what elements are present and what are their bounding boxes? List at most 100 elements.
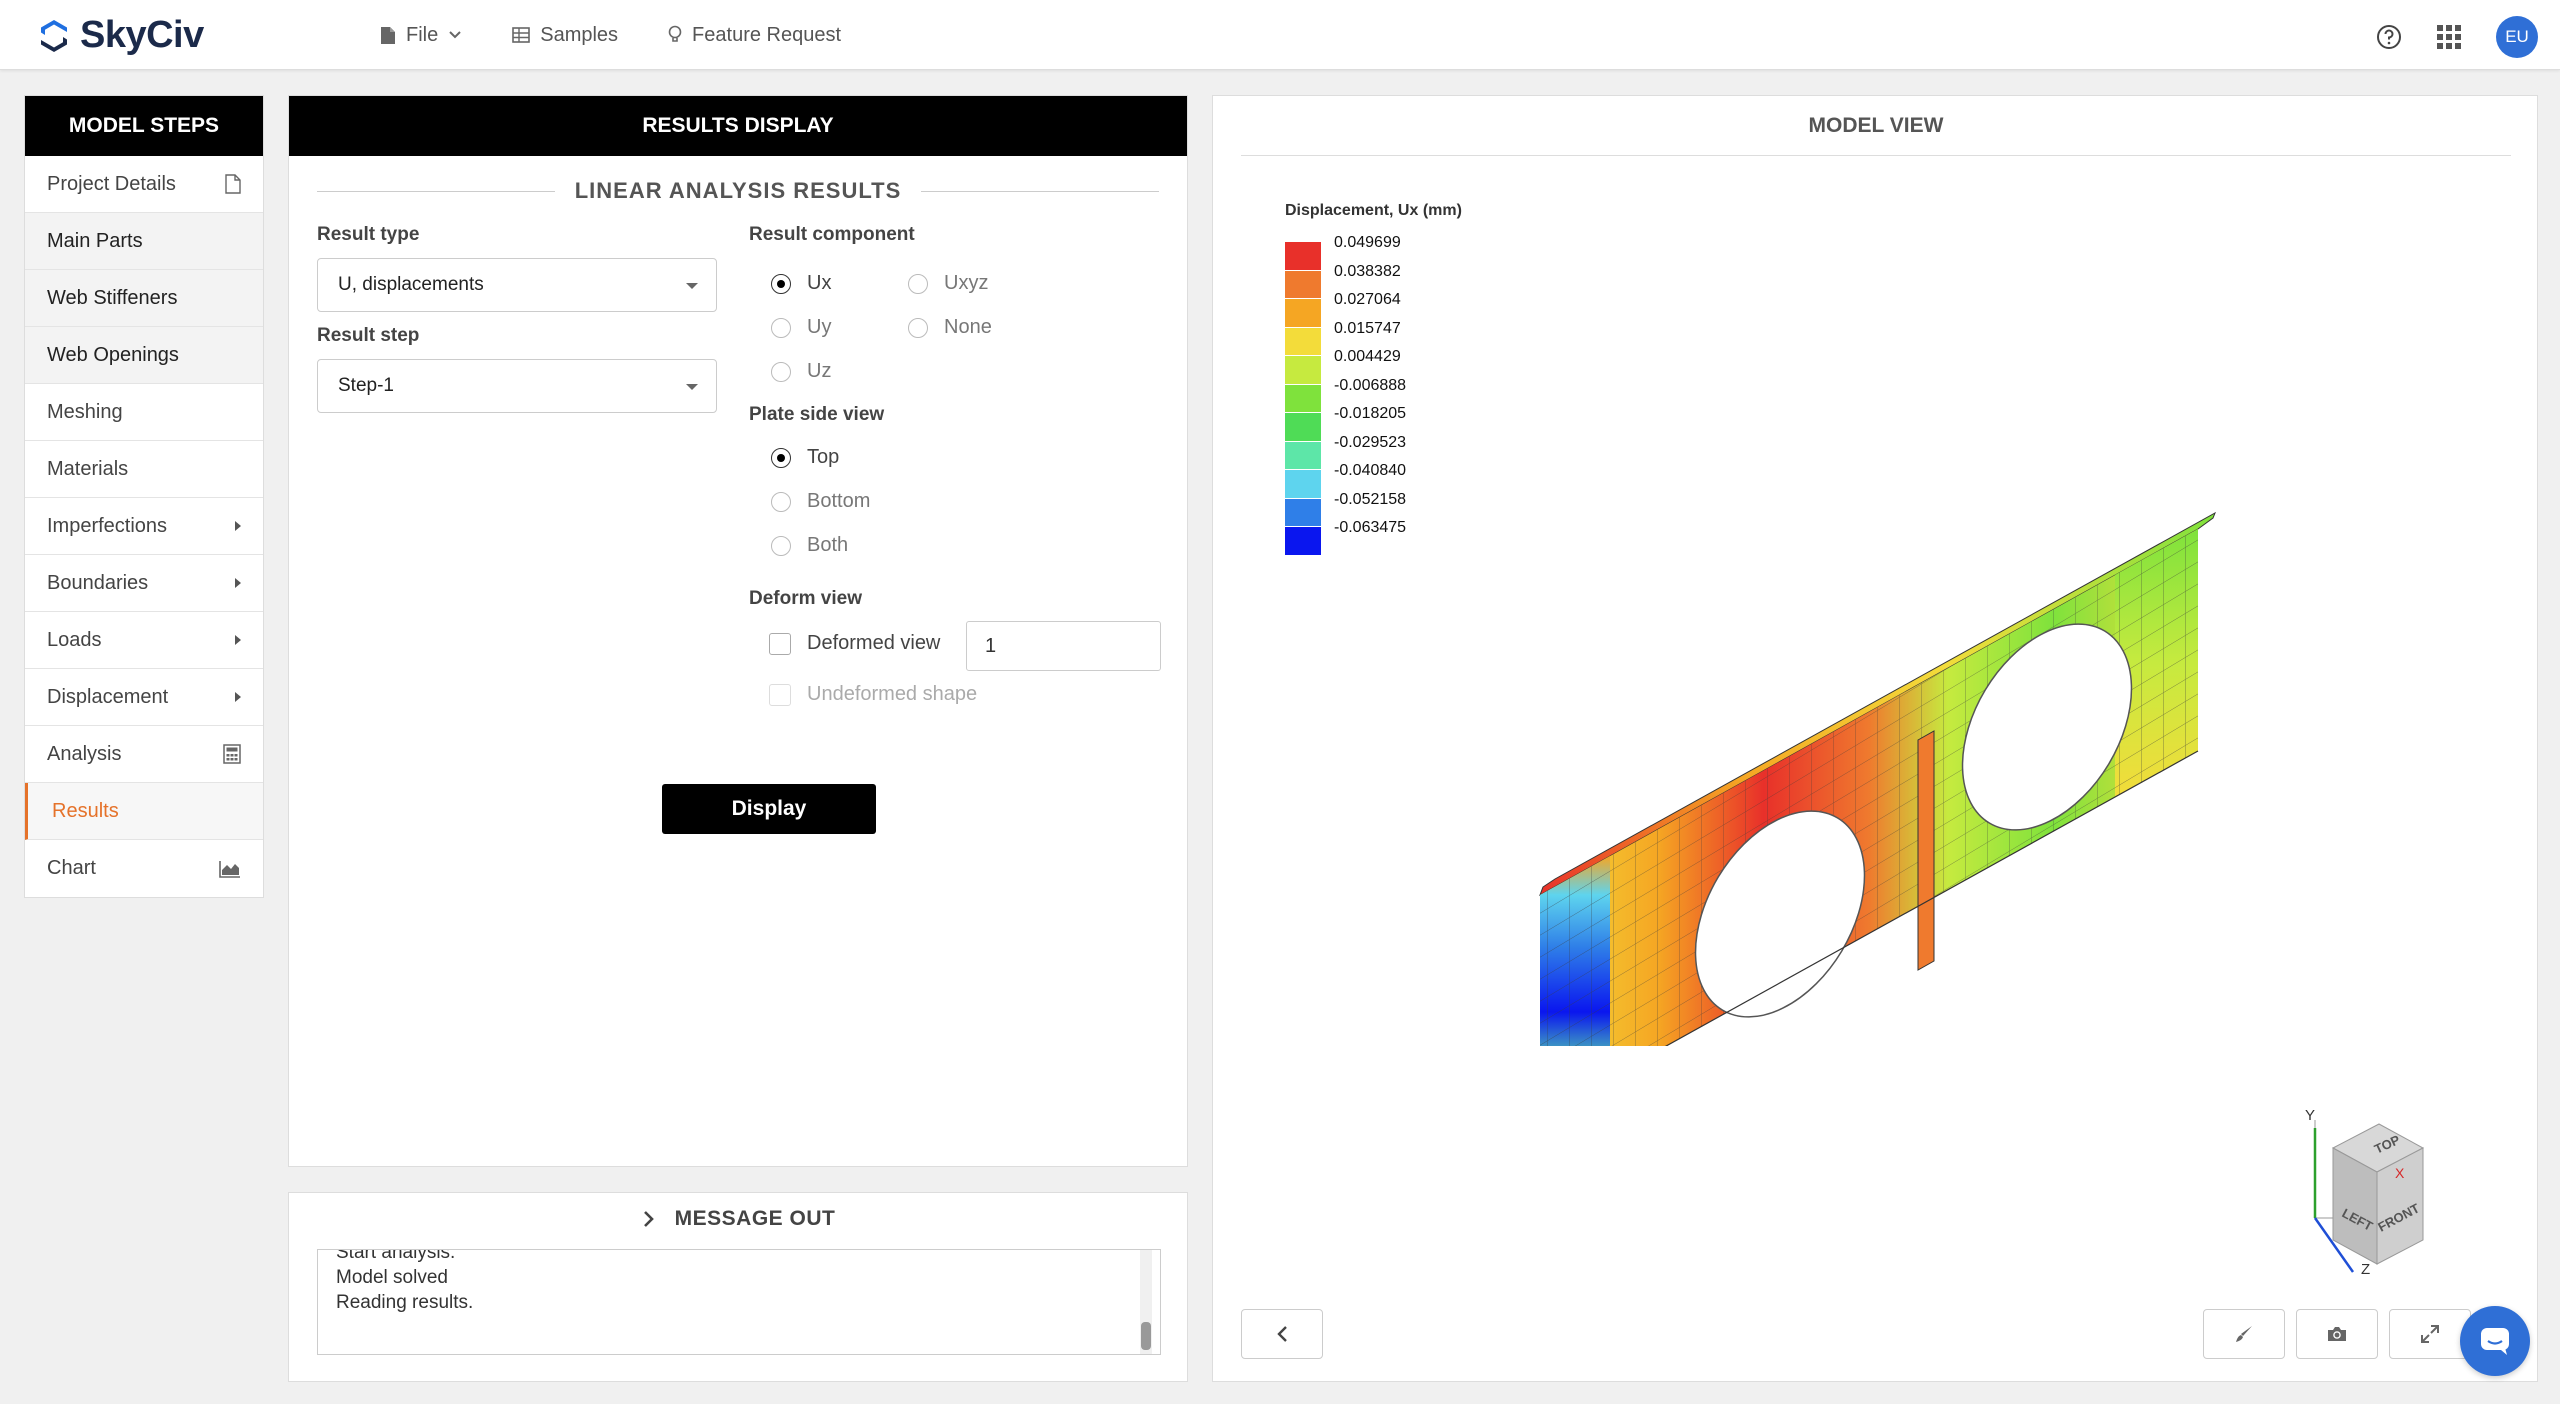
chat-icon bbox=[2481, 1328, 2509, 1355]
caret-right-icon bbox=[235, 521, 241, 531]
component-uz-radio[interactable]: Uz bbox=[771, 360, 831, 383]
results-panel-title: RESULTS DISPLAY bbox=[289, 96, 1187, 156]
sidebar-item-meshing[interactable]: Meshing bbox=[25, 384, 263, 441]
model-view-panel: MODEL VIEW Displacement, Ux (mm) 0.04969… bbox=[1212, 95, 2538, 1382]
file-menu[interactable]: File bbox=[380, 24, 462, 47]
legend-value: -0.018205 bbox=[1334, 405, 1407, 422]
sidebar-item-loads[interactable]: Loads bbox=[25, 612, 263, 669]
message-log[interactable]: Start analysis. Model solved Reading res… bbox=[317, 1249, 1161, 1355]
lightbulb-icon bbox=[668, 25, 682, 42]
deformed-view-checkbox[interactable]: Deformed view bbox=[769, 632, 940, 655]
file-menu-label: File bbox=[406, 23, 439, 46]
area-chart-icon bbox=[219, 860, 240, 878]
sidebar-item-web-openings[interactable]: Web Openings bbox=[25, 327, 263, 384]
top-bar: SkyCiv File Samples Feature Request EU bbox=[0, 0, 2560, 70]
model-steps-sidebar: MODEL STEPS Project Details Main Parts W… bbox=[24, 95, 264, 898]
radio-label: Both bbox=[807, 534, 849, 556]
sidebar-item-label: Materials bbox=[47, 457, 129, 480]
user-avatar[interactable]: EU bbox=[2496, 16, 2538, 58]
component-ux-radio[interactable]: Ux bbox=[771, 272, 831, 295]
plate-side-top-radio[interactable]: Top bbox=[771, 446, 839, 469]
z-axis-label: Z bbox=[2361, 1261, 2370, 1276]
section-title: LINEAR ANALYSIS RESULTS bbox=[574, 178, 902, 203]
file-icon bbox=[381, 26, 395, 44]
results-display-panel: RESULTS DISPLAY LINEAR ANALYSIS RESULTS … bbox=[288, 95, 1188, 1167]
message-out-header[interactable]: MESSAGE OUT bbox=[289, 1207, 1189, 1231]
component-uxyz-radio[interactable]: Uxyz bbox=[908, 272, 988, 295]
divider bbox=[921, 190, 1159, 192]
sidebar-item-results[interactable]: Results bbox=[25, 783, 263, 840]
app-name: SkyCiv bbox=[80, 14, 204, 56]
sidebar-item-label: Displacement bbox=[47, 685, 169, 708]
sidebar-item-imperfections[interactable]: Imperfections bbox=[25, 498, 263, 555]
legend-value: 0.004429 bbox=[1334, 348, 1401, 365]
sidebar-title: MODEL STEPS bbox=[25, 96, 263, 156]
radio-dot bbox=[908, 273, 928, 294]
checkbox-box bbox=[769, 683, 791, 706]
scrollbar-thumb[interactable] bbox=[1141, 1322, 1151, 1350]
plate-side-bottom-radio[interactable]: Bottom bbox=[771, 490, 870, 513]
deform-scale-input[interactable]: 1 bbox=[966, 621, 1161, 671]
x-axis-label: X bbox=[2395, 1165, 2405, 1181]
collapse-left-button[interactable] bbox=[1241, 1309, 1323, 1359]
model-view-title: MODEL VIEW bbox=[1241, 96, 2511, 156]
sidebar-item-label: Project Details bbox=[47, 172, 176, 195]
legend-swatch bbox=[1285, 356, 1321, 385]
skyciv-logo-icon bbox=[41, 19, 67, 52]
linear-analysis-heading: LINEAR ANALYSIS RESULTS bbox=[317, 176, 1159, 206]
result-type-select[interactable]: U, displacements bbox=[317, 258, 717, 312]
result-step-select[interactable]: Step-1 bbox=[317, 359, 717, 413]
sidebar-item-web-stiffeners[interactable]: Web Stiffeners bbox=[25, 270, 263, 327]
radio-label: Uz bbox=[807, 360, 832, 382]
skyciv-logo[interactable]: SkyCiv bbox=[36, 14, 204, 57]
result-type-label: Result type bbox=[317, 224, 420, 245]
component-uy-radio[interactable]: Uy bbox=[771, 316, 831, 339]
sidebar-item-analysis[interactable]: Analysis bbox=[25, 726, 263, 783]
sidebar-item-chart[interactable]: Chart bbox=[25, 840, 263, 897]
radio-dot bbox=[771, 447, 791, 468]
screenshot-button[interactable] bbox=[2296, 1309, 2378, 1359]
legend-title: Displacement, Ux (mm) bbox=[1285, 202, 1462, 219]
dropdown-arrow-icon bbox=[686, 283, 698, 289]
chat-support-button[interactable] bbox=[2460, 1306, 2530, 1376]
sidebar-item-main-parts[interactable]: Main Parts bbox=[25, 213, 263, 270]
sidebar-item-displacement[interactable]: Displacement bbox=[25, 669, 263, 726]
view-cube[interactable]: Y Z TOP LEFT FRONT X bbox=[2283, 1106, 2453, 1276]
chevron-left-icon bbox=[1277, 1326, 1287, 1342]
legend-swatch bbox=[1285, 527, 1321, 556]
sidebar-item-materials[interactable]: Materials bbox=[25, 441, 263, 498]
radio-dot bbox=[771, 273, 791, 294]
legend-swatch bbox=[1285, 384, 1321, 413]
sidebar-item-label: Web Openings bbox=[47, 343, 179, 366]
message-scrollbar[interactable] bbox=[1140, 1250, 1152, 1354]
fullscreen-button[interactable] bbox=[2389, 1309, 2471, 1359]
log-line: Model solved bbox=[336, 1267, 448, 1288]
radio-dot bbox=[771, 361, 791, 382]
legend-value: -0.040840 bbox=[1334, 462, 1407, 479]
legend-value: 0.049699 bbox=[1334, 234, 1401, 251]
sidebar-item-project-details[interactable]: Project Details bbox=[25, 156, 263, 213]
display-button[interactable]: Display bbox=[662, 784, 876, 834]
plate-side-both-radio[interactable]: Both bbox=[771, 534, 848, 557]
feature-request-menu[interactable]: Feature Request bbox=[668, 24, 841, 47]
sidebar-item-label: Results bbox=[52, 799, 119, 822]
legend-value: -0.063475 bbox=[1334, 519, 1407, 536]
result-step-label: Result step bbox=[317, 325, 420, 346]
radio-dot bbox=[771, 491, 791, 512]
help-icon[interactable] bbox=[2376, 24, 2402, 50]
expand-icon bbox=[2421, 1325, 2439, 1343]
legend-swatch bbox=[1285, 299, 1321, 328]
paint-button[interactable] bbox=[2203, 1309, 2285, 1359]
samples-menu[interactable]: Samples bbox=[512, 24, 618, 47]
sidebar-item-label: Main Parts bbox=[47, 229, 143, 252]
sidebar-item-boundaries[interactable]: Boundaries bbox=[25, 555, 263, 612]
component-none-radio[interactable]: None bbox=[908, 316, 992, 339]
legend-value: 0.015747 bbox=[1334, 319, 1401, 337]
chevron-down-icon bbox=[449, 31, 461, 39]
sidebar-item-label: Meshing bbox=[47, 400, 123, 423]
apps-grid-icon[interactable] bbox=[2436, 24, 2462, 50]
table-icon bbox=[512, 27, 531, 43]
legend-value: -0.029523 bbox=[1334, 433, 1407, 451]
fea-mesh-model[interactable] bbox=[1525, 416, 2245, 1046]
undeformed-shape-checkbox[interactable]: Undeformed shape bbox=[769, 683, 977, 706]
